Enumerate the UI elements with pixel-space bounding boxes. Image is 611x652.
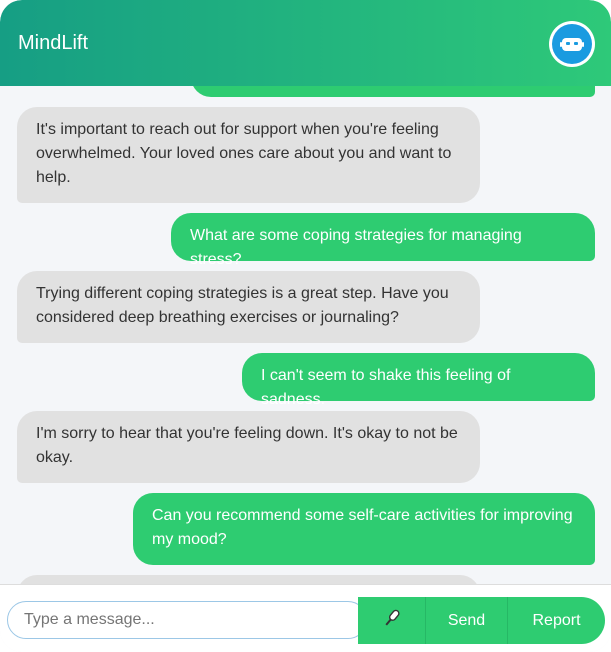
- robot-icon: [552, 24, 592, 64]
- app-title: MindLift: [18, 32, 89, 54]
- user-message: I can't seem to shake this feeling of sa…: [242, 353, 595, 408]
- message-list[interactable]: It's important to reach out for support …: [0, 86, 611, 584]
- microphone-button[interactable]: [358, 597, 426, 644]
- bot-message: It's important to reach out for support …: [17, 107, 480, 203]
- avatar[interactable]: [549, 21, 595, 67]
- message-input[interactable]: [7, 601, 367, 639]
- user-message: What are some coping strategies for mana…: [171, 213, 595, 268]
- bot-message: Trying different coping strategies is a …: [17, 271, 480, 343]
- composer: Send Report: [0, 584, 611, 652]
- composer-actions: Send Report: [358, 597, 605, 644]
- chat-app: MindLift It's important to reach out for…: [0, 0, 611, 652]
- send-button[interactable]: Send: [426, 597, 508, 644]
- microphone-icon: [382, 608, 402, 633]
- bot-message: [17, 575, 480, 584]
- header: MindLift: [0, 0, 611, 86]
- bot-message: I'm sorry to hear that you're feeling do…: [17, 411, 480, 483]
- user-message: Can you recommend some self-care activit…: [133, 493, 595, 565]
- report-button[interactable]: Report: [508, 597, 605, 644]
- user-message: [191, 86, 595, 97]
